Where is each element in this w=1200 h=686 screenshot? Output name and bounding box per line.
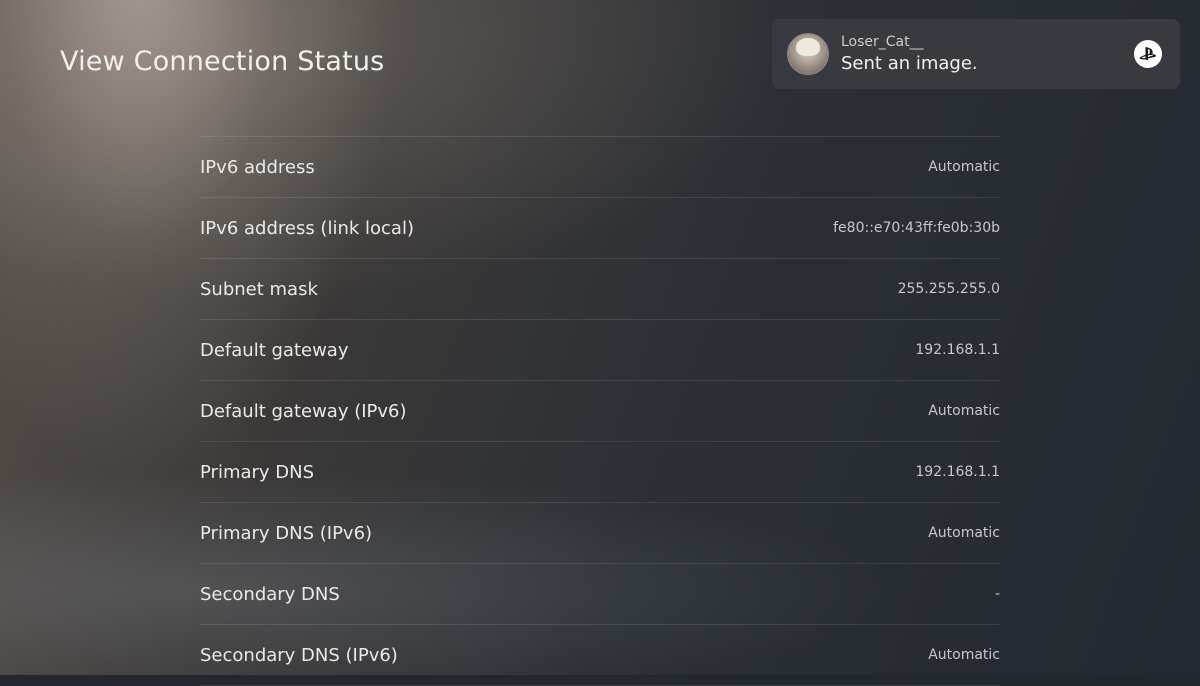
list-item-secondary-dns-ipv6[interactable]: Secondary DNS (IPv6) Automatic [200, 625, 1000, 686]
row-value: 192.168.1.1 [915, 342, 1000, 358]
row-value: Automatic [928, 159, 1000, 175]
playstation-logo-icon [1134, 40, 1162, 68]
connection-status-list: IPv6 address Automatic IPv6 address (lin… [200, 136, 1000, 686]
page-title: View Connection Status [60, 46, 385, 77]
row-label: Primary DNS (IPv6) [200, 522, 373, 544]
row-value: - [994, 586, 1000, 602]
list-item-ipv6-link-local[interactable]: IPv6 address (link local) fe80::e70:43ff… [200, 198, 1000, 259]
row-value: 192.168.1.1 [915, 464, 1000, 480]
row-label: Subnet mask [200, 278, 318, 300]
list-item-default-gateway-ipv6[interactable]: Default gateway (IPv6) Automatic [200, 381, 1000, 442]
row-value: Automatic [928, 403, 1000, 419]
row-label: IPv6 address [200, 156, 315, 178]
list-item-subnet-mask[interactable]: Subnet mask 255.255.255.0 [200, 259, 1000, 320]
list-item-secondary-dns[interactable]: Secondary DNS - [200, 564, 1000, 625]
row-label: Secondary DNS [200, 583, 340, 605]
notification-toast[interactable]: Loser_Cat__ Sent an image. [772, 19, 1180, 89]
list-item-ipv6-address[interactable]: IPv6 address Automatic [200, 137, 1000, 198]
notification-username: Loser_Cat__ [841, 34, 924, 50]
row-label: Default gateway (IPv6) [200, 400, 407, 422]
row-value: fe80::e70:43ff:fe0b:30b [833, 220, 1000, 236]
row-value: Automatic [928, 647, 1000, 663]
list-item-primary-dns-ipv6[interactable]: Primary DNS (IPv6) Automatic [200, 503, 1000, 564]
list-item-default-gateway[interactable]: Default gateway 192.168.1.1 [200, 320, 1000, 381]
row-label: IPv6 address (link local) [200, 217, 414, 239]
row-label: Default gateway [200, 339, 349, 361]
row-label: Secondary DNS (IPv6) [200, 644, 398, 666]
row-value: 255.255.255.0 [897, 281, 1000, 297]
notification-message: Sent an image. [841, 53, 978, 74]
notification-text: Loser_Cat__ Sent an image. [841, 34, 978, 74]
list-item-primary-dns[interactable]: Primary DNS 192.168.1.1 [200, 442, 1000, 503]
user-avatar-icon [787, 33, 829, 75]
row-label: Primary DNS [200, 461, 315, 483]
row-value: Automatic [928, 525, 1000, 541]
